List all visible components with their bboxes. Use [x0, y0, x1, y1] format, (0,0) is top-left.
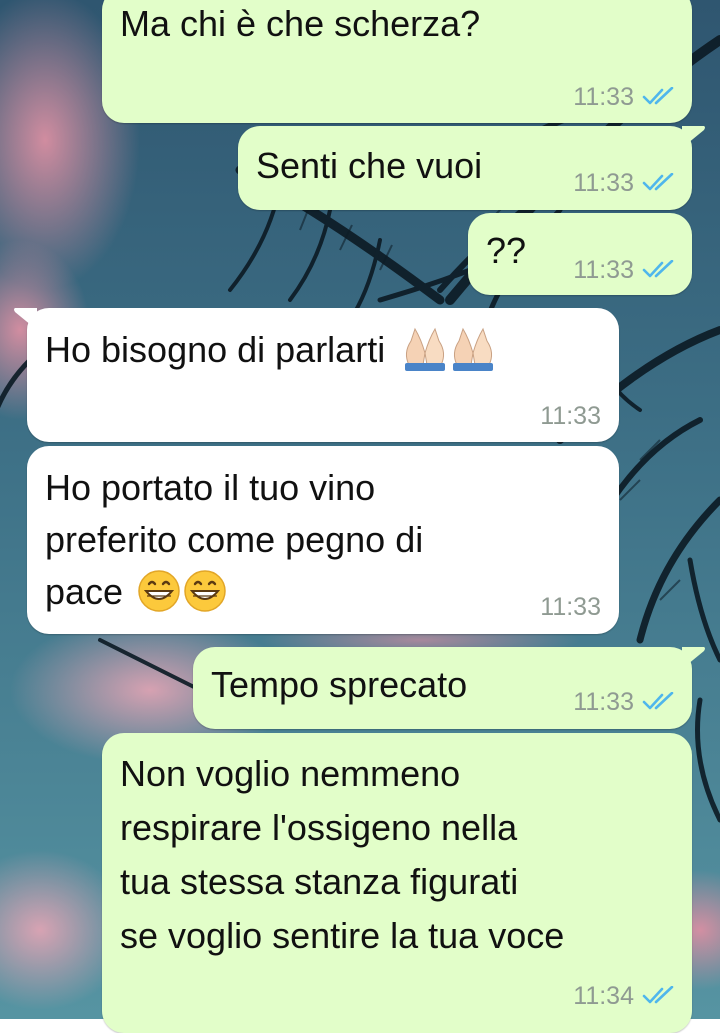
- bubble-tail: [14, 308, 37, 330]
- message-line: ??: [486, 230, 527, 271]
- message-text: Tempo sprecato: [211, 659, 467, 711]
- message-meta: 11:33: [540, 401, 601, 431]
- message-meta: 11:33: [540, 592, 601, 622]
- message-bubble-outgoing[interactable]: ?? 11:33: [468, 213, 692, 295]
- message-meta: 11:34: [573, 981, 676, 1011]
- message-text: Senti che vuoi: [256, 140, 482, 192]
- message-text: Ho portato il tuo vino preferito come pe…: [45, 462, 423, 618]
- message-meta: 11:33: [573, 687, 676, 717]
- message-line: respirare l'ossigeno nella: [120, 807, 518, 848]
- timestamp: 11:33: [540, 593, 601, 621]
- bubble-tail: [682, 647, 705, 669]
- message-line: Tempo sprecato: [211, 664, 468, 705]
- message-bubble-outgoing[interactable]: Non voglio nemmeno respirare l'ossigeno …: [102, 733, 692, 1033]
- message-text: Ma chi è che scherza?: [120, 0, 480, 50]
- message-meta: 11:33: [573, 255, 676, 285]
- message-line: Senti che vuoi: [256, 145, 483, 186]
- message-text: Ho bisogno di parlarti: [45, 324, 497, 376]
- message-bubble-outgoing[interactable]: Senti che vuoi 11:33: [238, 126, 705, 210]
- double-check-icon: [642, 986, 674, 1004]
- message-line: se voglio sentire la tua voce: [120, 915, 565, 956]
- timestamp: 11:33: [573, 256, 634, 284]
- timestamp: 11:33: [573, 169, 634, 197]
- message-line: Ho portato il tuo vino: [45, 467, 376, 508]
- folded-hands-emoji-icon: [405, 328, 494, 372]
- double-check-icon: [642, 260, 674, 278]
- timestamp: 11:34: [573, 982, 634, 1010]
- bubble-tail: [682, 126, 705, 148]
- double-check-icon: [642, 87, 674, 105]
- message-line-text: Ho bisogno di parlarti: [45, 329, 386, 370]
- double-check-icon: [642, 173, 674, 191]
- message-text: ??: [486, 225, 526, 277]
- message-bubble-incoming[interactable]: Ho portato il tuo vino preferito come pe…: [27, 446, 619, 634]
- message-line: pace: [45, 566, 423, 618]
- message-bubble-incoming[interactable]: Ho bisogno di parlarti 11:33: [14, 308, 619, 442]
- timestamp: 11:33: [540, 402, 601, 430]
- timestamp: 11:33: [573, 83, 634, 111]
- message-meta: 11:33: [573, 82, 676, 112]
- timestamp: 11:33: [573, 688, 634, 716]
- message-line: Ho bisogno di parlarti: [45, 324, 497, 376]
- message-line: Ma chi è che scherza?: [120, 3, 481, 44]
- message-line-text: pace: [45, 571, 124, 612]
- message-bubble-outgoing[interactable]: Tempo sprecato 11:33: [193, 647, 705, 729]
- grinning-face-emoji-icon: [138, 570, 226, 613]
- message-bubble-outgoing[interactable]: Ma chi è che scherza? 11:33: [102, 0, 692, 123]
- double-check-icon: [642, 692, 674, 710]
- message-text: Non voglio nemmeno respirare l'ossigeno …: [120, 747, 564, 963]
- message-meta: 11:33: [573, 168, 676, 198]
- message-line: Non voglio nemmeno: [120, 753, 461, 794]
- message-line: preferito come pegno di: [45, 519, 424, 560]
- message-line: tua stessa stanza figurati: [120, 861, 519, 902]
